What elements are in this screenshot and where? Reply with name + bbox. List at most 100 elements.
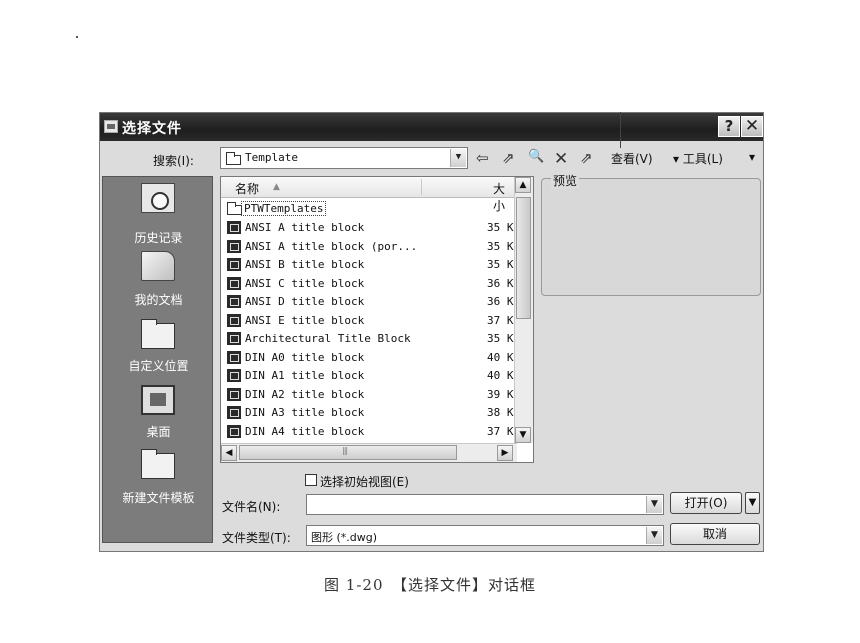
new-folder-icon[interactable]: ⇗ <box>580 149 593 167</box>
dwg-file-icon <box>227 406 241 419</box>
file-name: DIN A2 title block <box>245 387 365 401</box>
dwg-file-icon <box>227 221 241 234</box>
scroll-down-icon[interactable]: ▼ <box>515 427 531 443</box>
dwg-file-icon <box>227 424 241 438</box>
lookin-combo[interactable]: Template ▼ <box>220 147 468 169</box>
file-list[interactable]: 名称 ▲ 大小 PTWTemplates ANSI A title block 3… <box>220 176 534 463</box>
history-icon <box>141 183 175 213</box>
file-size: 37 K <box>487 313 514 327</box>
stray-dot <box>76 36 78 38</box>
file-size: 36 K <box>487 295 514 308</box>
title-bar[interactable]: 选择文件 ? ✕ <box>100 113 763 141</box>
lookin-value: Template <box>245 151 298 164</box>
help-button[interactable]: ? <box>718 116 740 137</box>
dwg-file-icon <box>227 387 241 401</box>
file-list-header: 名称 ▲ 大小 <box>221 177 515 213</box>
file-name: ANSI C title block <box>245 276 365 290</box>
preview-pane <box>541 178 761 296</box>
filename-input[interactable]: ▼ <box>306 494 664 515</box>
file-size: 40 K <box>487 350 514 364</box>
dwg-file-icon <box>227 276 241 290</box>
chevron-down-icon[interactable]: ▼ <box>646 527 662 544</box>
folder-icon <box>141 319 175 349</box>
list-item[interactable]: DIN A4 title block 37 K <box>225 423 515 441</box>
places-bar: 历史记录 我的文档 自定义位置 桌面 新建文件模板 <box>102 176 213 543</box>
close-button[interactable]: ✕ <box>741 116 763 137</box>
chevron-down-icon[interactable]: ▼ <box>646 496 662 513</box>
list-item[interactable]: ANSI C title block 36 K <box>225 275 515 293</box>
list-item[interactable]: ANSI A title block (por... 35 K <box>225 238 515 256</box>
figure-caption: 图 1-20 【选择文件】对话框 <box>324 576 536 594</box>
horizontal-scroll-thumb[interactable] <box>239 445 457 460</box>
scroll-left-icon[interactable]: ◀ <box>221 445 237 461</box>
vertical-scrollbar[interactable]: ▲ ▼ <box>514 177 533 443</box>
vertical-scroll-thumb[interactable] <box>516 197 531 319</box>
dialog-app-icon <box>104 120 118 133</box>
place-label: 新建文件模板 <box>122 491 195 505</box>
back-icon[interactable]: ⇦ <box>476 149 489 167</box>
file-name: ANSI A title block <box>245 221 365 234</box>
my-documents-icon <box>141 251 175 281</box>
dwg-file-icon <box>227 295 241 308</box>
folder-icon <box>227 202 242 215</box>
list-item[interactable]: ANSI B title block 35 K <box>225 256 515 274</box>
tools-dropdown-icon[interactable]: ▾ <box>749 150 755 164</box>
list-item[interactable]: DIN A3 title block 38 K <box>225 404 515 422</box>
filetype-label: 文件类型(T): <box>222 531 291 545</box>
desktop-icon <box>141 385 175 415</box>
list-item[interactable]: Architectural Title Block 35 K <box>225 330 515 348</box>
file-size: 37 K <box>487 424 514 438</box>
dwg-file-icon <box>227 258 241 271</box>
open-button[interactable]: 打开(O) <box>670 492 742 514</box>
file-name: DIN A1 title block <box>245 369 365 382</box>
dwg-file-icon <box>227 369 241 382</box>
file-size: 35 K <box>487 332 514 345</box>
initial-view-checkbox[interactable] <box>305 474 317 486</box>
chevron-down-icon[interactable]: ▼ <box>450 149 466 167</box>
place-label: 桌面 <box>146 425 171 439</box>
lookin-label: 搜索(I): <box>153 154 194 168</box>
filetype-select[interactable]: 图形 (*.dwg) ▼ <box>306 525 664 546</box>
horizontal-scrollbar[interactable]: ◀ ▶ <box>221 443 517 462</box>
folder-icon <box>141 449 175 479</box>
file-name: Architectural Title Block <box>245 332 411 345</box>
dialog-title: 选择文件 <box>122 121 182 137</box>
list-item[interactable]: ANSI A title block 35 K <box>225 219 515 237</box>
file-name: DIN A0 title block <box>245 350 365 364</box>
delete-icon[interactable]: ✕ <box>554 149 568 169</box>
dwg-file-icon <box>227 350 241 364</box>
place-label: 自定义位置 <box>128 359 189 373</box>
list-item-folder[interactable]: PTWTemplates <box>225 200 515 218</box>
preview-label: 预览 <box>551 172 580 189</box>
column-divider[interactable] <box>421 179 422 195</box>
file-size: 35 K <box>487 258 514 271</box>
filename-label: 文件名(N): <box>222 500 281 514</box>
file-name: ANSI B title block <box>245 258 365 271</box>
file-name: ANSI D title block <box>245 295 365 308</box>
tools-menu[interactable]: ▾ 工具(L) <box>673 150 723 167</box>
list-item[interactable]: ANSI E title block 37 K <box>225 312 515 330</box>
view-menu[interactable]: 查看(V) <box>611 150 653 167</box>
up-folder-icon[interactable]: ⇗ <box>502 149 515 167</box>
file-name: ANSI E title block <box>245 313 365 327</box>
scroll-right-icon[interactable]: ▶ <box>497 445 513 461</box>
place-label: 我的文档 <box>134 293 183 307</box>
filetype-value: 图形 (*.dwg) <box>311 531 378 544</box>
callout-line <box>620 112 621 148</box>
cancel-button[interactable]: 取消 <box>670 523 760 545</box>
list-item[interactable]: DIN A1 title block 40 K <box>225 367 515 385</box>
dwg-file-icon <box>227 313 241 327</box>
search-web-icon[interactable]: 🔍 <box>528 149 544 164</box>
list-item[interactable]: DIN A2 title block 39 K <box>225 386 515 404</box>
list-item[interactable]: DIN A0 title block 40 K <box>225 349 515 367</box>
dwg-file-icon <box>227 332 241 345</box>
file-size: 40 K <box>487 369 514 382</box>
open-options-dropdown[interactable]: ▼ <box>745 492 760 514</box>
file-size: 39 K <box>487 387 514 401</box>
initial-view-label[interactable]: 选择初始视图(E) <box>320 473 409 490</box>
file-name: DIN A3 title block <box>245 406 365 419</box>
file-size: 35 K <box>487 221 514 234</box>
list-item[interactable]: ANSI D title block 36 K <box>225 293 515 311</box>
column-header-name[interactable]: 名称 <box>235 180 259 197</box>
scroll-up-icon[interactable]: ▲ <box>515 177 531 193</box>
